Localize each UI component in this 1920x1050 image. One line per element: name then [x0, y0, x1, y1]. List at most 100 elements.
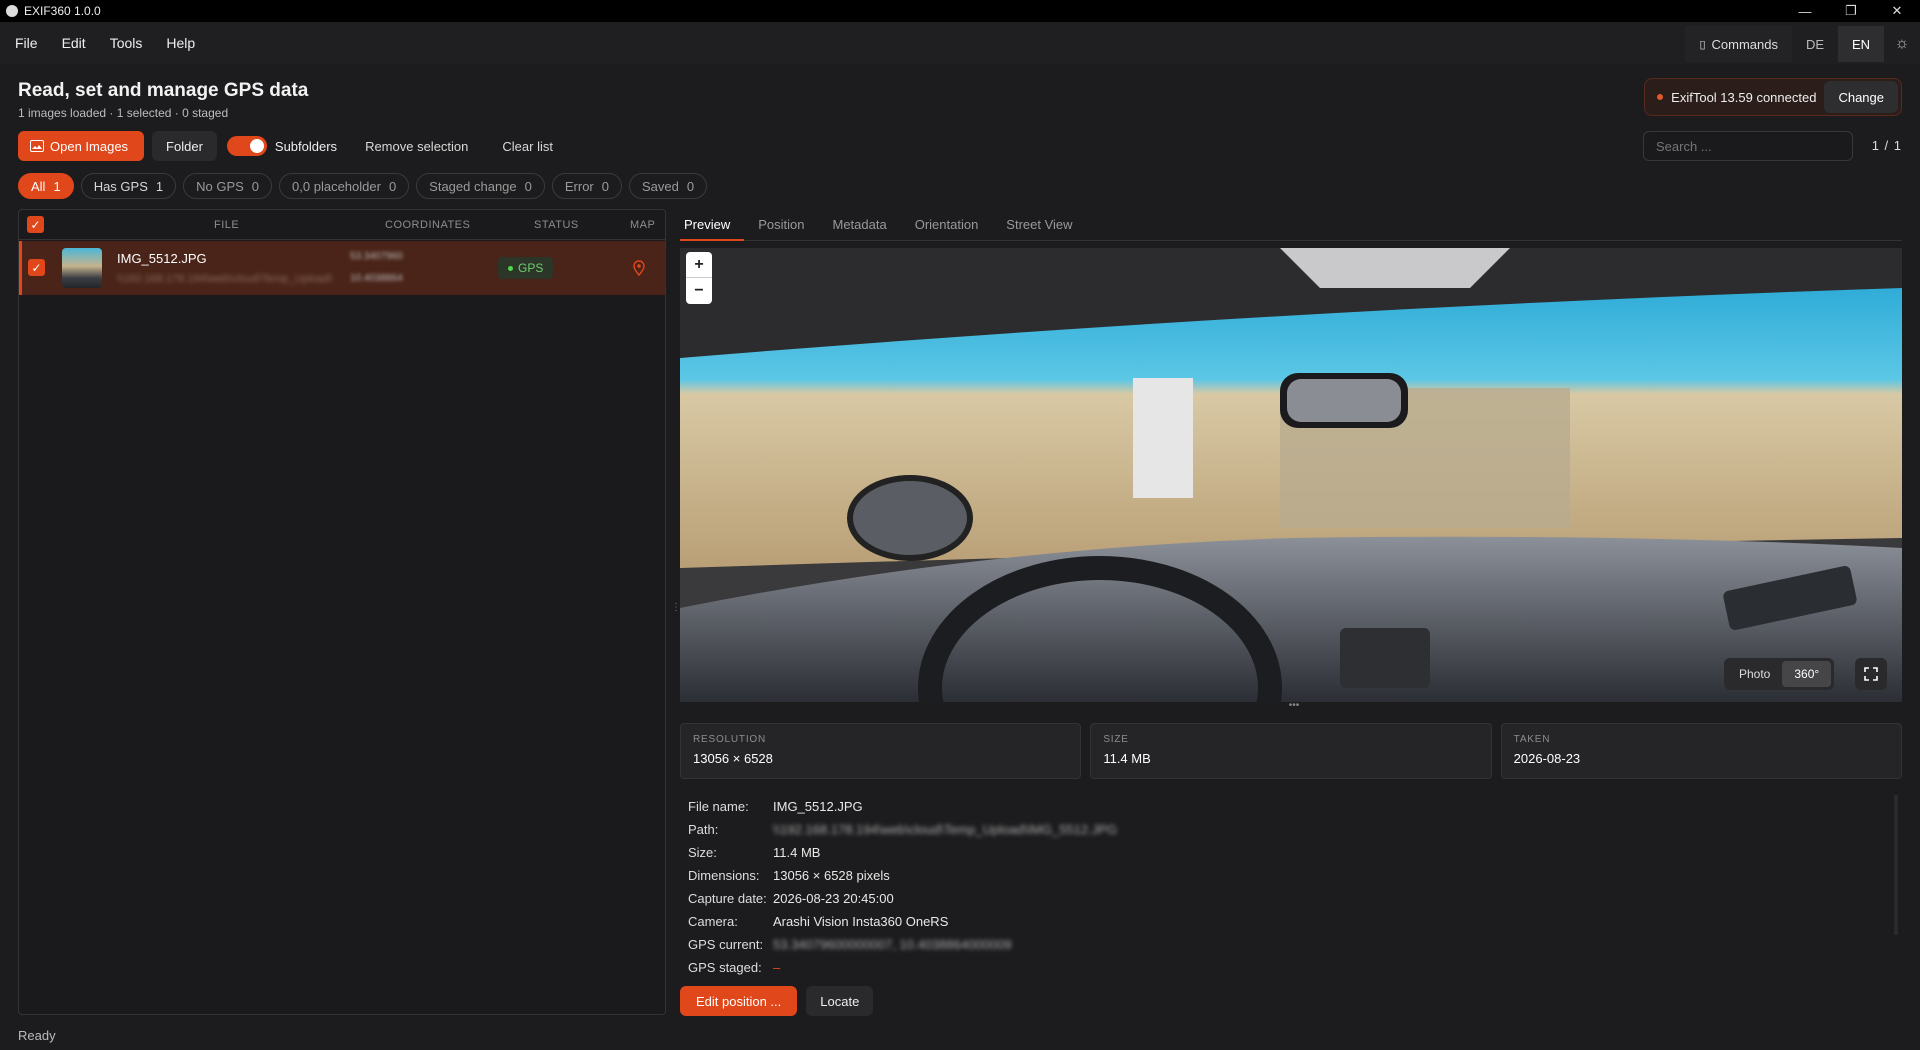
app-icon [6, 5, 18, 17]
card-label: SIZE [1103, 734, 1129, 745]
panorama-mode-button[interactable]: 360° [1782, 661, 1832, 687]
details-scrollbar[interactable] [1894, 795, 1898, 935]
filter-no-gps[interactable]: No GPS 0 [183, 173, 273, 199]
table-row[interactable]: ✓ IMG_5512.JPG \\192.168.178.194\web\clo… [19, 241, 665, 295]
minimize-icon[interactable]: — [1782, 0, 1828, 22]
filter-label: Has GPS [93, 178, 148, 194]
detail-value: 13056 × 6528 pixels [773, 868, 890, 883]
clear-list-button[interactable]: Clear list [492, 139, 563, 154]
edit-position-button[interactable]: Edit position ... [680, 986, 798, 1016]
menu-edit[interactable]: Edit [50, 35, 98, 51]
filter-count: 0 [251, 178, 260, 194]
title-bar: EXIF360 1.0.0 — ❐ ✕ [0, 0, 1920, 22]
select-all-checkbox[interactable]: ✓ [27, 216, 44, 233]
tab-metadata[interactable]: Metadata [829, 209, 901, 241]
row-checkbox[interactable]: ✓ [28, 259, 45, 276]
resize-handle-icon[interactable]: ••• [1284, 701, 1304, 712]
remove-selection-button[interactable]: Remove selection [355, 139, 478, 154]
file-path: \\192.168.178.194\web\cloud\Temp_Upload\ [117, 273, 333, 285]
status-bar: Ready [18, 1028, 56, 1043]
tab-preview[interactable]: Preview [680, 209, 745, 241]
filter-label: Saved [642, 178, 679, 194]
filter-label: Staged change [429, 178, 517, 194]
detail-label: Path: [688, 822, 719, 837]
search-input[interactable] [1643, 131, 1853, 161]
filter-has-gps[interactable]: Has GPS 1 [80, 173, 177, 199]
detail-row: Dimensions: 13056 × 6528 pixels [688, 864, 1117, 887]
filter-label: 0,0 placeholder [292, 178, 381, 194]
detail-label: Dimensions: [688, 868, 760, 883]
filter-label: Error [564, 178, 594, 194]
status-badge: GPS [498, 257, 554, 279]
menu-bar: File Edit Tools Help [0, 22, 1920, 64]
detail-value: 2026-08-23 20:45:00 [773, 891, 894, 906]
lang-de-button[interactable]: DE [1792, 26, 1838, 62]
filter-staged-change[interactable]: Staged change 0 [416, 173, 545, 199]
theme-toggle-icon[interactable]: ☼ [1884, 26, 1920, 62]
filter-bar: All 1 Has GPS 1 No GPS 0 0,0 placeholder 0 S… [18, 173, 708, 199]
file-details: File name: IMG_5512.JPG Path: \\192.168.17… [688, 795, 1117, 979]
detail-row: File name: IMG_5512.JPG [688, 795, 1117, 818]
panel-splitter-icon[interactable]: ⋮ [671, 603, 681, 620]
close-icon[interactable]: ✕ [1874, 0, 1920, 22]
detail-value: 53.34079600000007, 10.4038864000009 [773, 937, 1012, 952]
filter-saved[interactable]: Saved 0 [629, 173, 708, 199]
info-cards: RESOLUTION 13056 × 6528 SIZE 11.4 MB TAK… [680, 723, 1902, 779]
detail-value: IMG_5512.JPG [773, 799, 863, 814]
filter-label: No GPS [196, 178, 244, 194]
file-thumbnail [62, 248, 102, 288]
detail-row: GPS staged: – [688, 956, 1117, 979]
window-controls: — ❐ ✕ [1782, 0, 1920, 22]
detail-value: \\192.168.178.194\web\cloud\Temp_Upload\… [773, 822, 1118, 837]
photo-mode-button[interactable]: Photo [1727, 661, 1782, 687]
detail-row: Path: \\192.168.178.194\web\cloud\Temp_Up… [688, 818, 1117, 841]
fullscreen-icon[interactable] [1855, 658, 1887, 690]
locate-button[interactable]: Locate [806, 986, 874, 1016]
detail-row: Camera: Arashi Vision Insta360 OneRS [688, 910, 1117, 933]
subfolders-label: Subfolders [274, 138, 338, 154]
folder-button[interactable]: Folder [152, 131, 217, 161]
status-dot-icon [508, 265, 513, 271]
detail-actions: Edit position ... Locate [680, 986, 874, 1016]
card-label: RESOLUTION [693, 734, 767, 745]
commands-button[interactable]: ▯ Commands [1685, 26, 1792, 62]
detail-row: Size: 11.4 MB [688, 841, 1117, 864]
filter-all[interactable]: All 1 [18, 173, 74, 199]
menu-file[interactable]: File [0, 35, 50, 51]
size-card: SIZE 11.4 MB [1090, 723, 1492, 779]
file-list-panel: ✓ FILE COORDINATES STATUS MAP ✓ IMG_5512… [18, 209, 666, 1015]
detail-label: Capture date: [688, 891, 767, 906]
panorama-image [680, 248, 1902, 702]
lang-en-button[interactable]: EN [1838, 26, 1884, 62]
header-file: FILE [214, 219, 240, 231]
header-coordinates: COORDINATES [385, 219, 471, 231]
header-map: MAP [630, 219, 656, 231]
detail-label: Camera: [688, 914, 738, 929]
open-images-button[interactable]: Open Images [18, 131, 145, 161]
filter-count: 1 [53, 178, 61, 194]
top-right-controls: ▯ Commands DE EN ☼ [1685, 26, 1920, 62]
filter-error[interactable]: Error 0 [551, 173, 622, 199]
menu-tools[interactable]: Tools [98, 35, 155, 51]
zoom-out-button[interactable]: − [686, 278, 712, 304]
tab-orientation[interactable]: Orientation [911, 209, 993, 241]
change-exiftool-button[interactable]: Change [1824, 81, 1898, 113]
panorama-preview[interactable] [680, 248, 1902, 702]
page-title: Read, set and manage GPS data [18, 80, 309, 101]
map-pin-icon[interactable] [633, 260, 645, 276]
zoom-in-button[interactable]: + [686, 252, 712, 278]
resolution-card: RESOLUTION 13056 × 6528 [680, 723, 1082, 779]
card-value: 13056 × 6528 [693, 751, 773, 766]
tab-position[interactable]: Position [754, 209, 818, 241]
filter-count: 0 [524, 178, 532, 194]
command-icon: ▯ [1699, 38, 1706, 51]
filter-placeholder[interactable]: 0,0 placeholder 0 [279, 173, 410, 199]
menu-help[interactable]: Help [154, 35, 207, 51]
detail-row: Capture date: 2026-08-23 20:45:00 [688, 887, 1117, 910]
subfolders-toggle[interactable] [226, 136, 267, 156]
exiftool-status: ExifTool 13.59 connected Change [1644, 78, 1902, 116]
window-title: EXIF360 1.0.0 [24, 4, 101, 18]
tab-street-view[interactable]: Street View [1002, 209, 1086, 241]
restore-icon[interactable]: ❐ [1828, 0, 1874, 22]
header-status: STATUS [534, 219, 579, 231]
